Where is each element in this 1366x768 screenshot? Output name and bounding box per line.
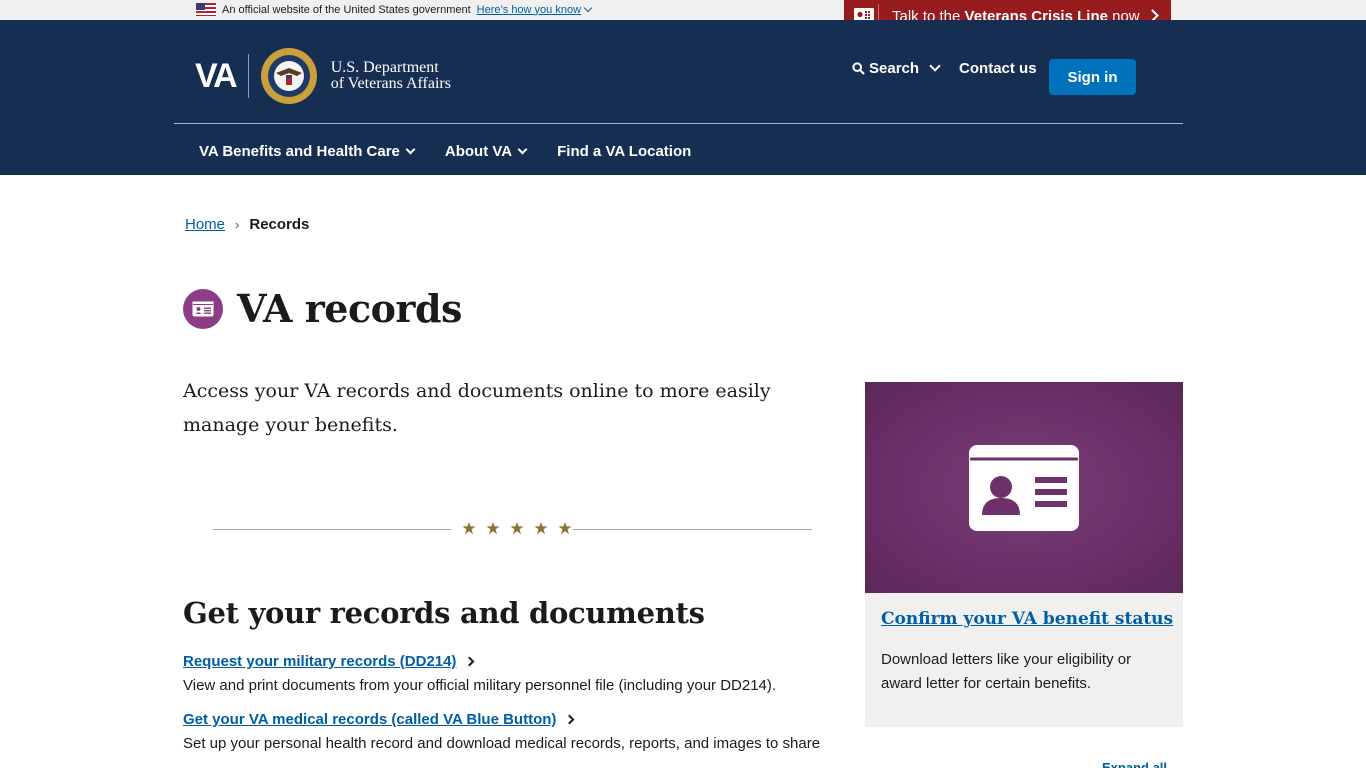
card-hero xyxy=(865,382,1183,593)
link-description: View and print documents from your offic… xyxy=(183,677,777,694)
breadcrumb-current: Records xyxy=(249,216,310,233)
us-flag-icon xyxy=(196,3,216,16)
benefit-status-card: Confirm your VA benefit status Download … xyxy=(865,382,1183,727)
chevron-right-icon xyxy=(564,714,575,725)
list-item: Request your military records (DD214) Vi… xyxy=(183,653,833,696)
nav-item-find-location[interactable]: Find a VA Location xyxy=(557,143,691,160)
va-logo-text: VA xyxy=(195,56,238,95)
main-nav: VA Benefits and Health Care About VA Fin… xyxy=(199,143,722,160)
list-item: Get your VA medical records (called VA B… xyxy=(183,711,833,754)
page-intro: Access your VA records and documents onl… xyxy=(183,380,771,436)
chevron-down-icon xyxy=(517,144,528,155)
header-actions: Search Contact us Sign in xyxy=(852,59,1136,95)
star-icon: ★ xyxy=(509,519,525,538)
sign-in-button[interactable]: Sign in xyxy=(1049,59,1136,95)
chevron-down-icon xyxy=(405,144,416,155)
search-dropdown-button[interactable]: Search xyxy=(852,59,941,77)
nav-item-benefits-health-care[interactable]: VA Benefits and Health Care xyxy=(199,143,416,160)
header-divider xyxy=(174,123,1183,124)
nav-item-about-va[interactable]: About VA xyxy=(445,143,528,160)
chevron-down-icon xyxy=(929,59,941,72)
id-card-icon xyxy=(183,288,223,329)
star-divider: ★ ★ ★ ★ ★ xyxy=(213,519,812,539)
search-icon xyxy=(852,62,865,75)
chevron-down-icon xyxy=(583,3,593,12)
card-description: Download letters like your eligibility o… xyxy=(881,651,1132,692)
va-department-name: U.S. Department of Veterans Affairs xyxy=(330,59,451,92)
records-link-list: Request your military records (DD214) Vi… xyxy=(183,653,833,768)
heres-how-you-know-link[interactable]: Here’s how you know xyxy=(477,3,593,16)
page-title: VA records xyxy=(237,286,462,331)
id-card-icon xyxy=(969,444,1079,531)
link-description: Set up your personal health record and d… xyxy=(183,735,821,752)
expand-all-button[interactable]: Expand all xyxy=(1102,760,1167,768)
va-seal-icon xyxy=(260,48,317,104)
gov-banner-text: An official website of the United States… xyxy=(222,3,471,16)
star-icon: ★ xyxy=(461,519,477,538)
chevron-right-icon xyxy=(464,656,475,667)
page-title-row: VA records xyxy=(183,286,462,331)
confirm-benefit-status-link[interactable]: Confirm your VA benefit status xyxy=(881,609,1173,629)
breadcrumb: Home › Records xyxy=(185,216,309,233)
section-heading: Get your records and documents xyxy=(183,596,705,630)
medical-records-link[interactable]: Get your VA medical records (called VA B… xyxy=(183,711,575,728)
breadcrumb-separator: › xyxy=(235,217,240,232)
site-header: VA U.S. Department of Veterans Affairs S… xyxy=(0,20,1366,175)
star-icon: ★ xyxy=(533,519,549,538)
star-icon: ★ xyxy=(485,519,501,538)
va-home-logo[interactable]: VA U.S. Department of Veterans Affairs xyxy=(195,48,451,104)
military-records-link[interactable]: Request your military records (DD214) xyxy=(183,653,475,670)
contact-us-link[interactable]: Contact us xyxy=(959,60,1037,77)
breadcrumb-home-link[interactable]: Home xyxy=(185,216,225,233)
